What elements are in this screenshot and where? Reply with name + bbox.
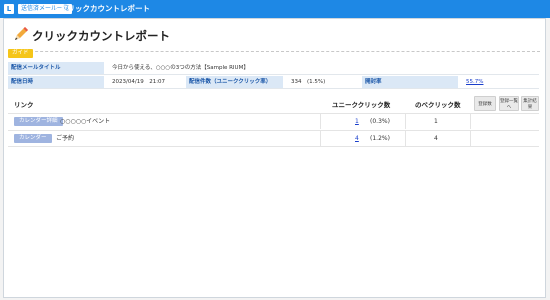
unique-click-percent: (0.3%): [370, 118, 390, 125]
unique-click-link[interactable]: 1: [355, 118, 359, 125]
app-logo-icon: L: [4, 4, 14, 14]
link-name: ○○○○○イベント: [60, 118, 111, 125]
link-name: ご予約: [56, 135, 75, 142]
register-count-button[interactable]: 登録数: [474, 96, 496, 111]
open-rate-value[interactable]: 55.7%: [466, 76, 483, 88]
column-total-clicks: のべクリック数: [415, 101, 461, 109]
pencil-icon: [15, 27, 28, 40]
report-panel: クリックカウントレポート: [3, 18, 546, 298]
open-rate-link[interactable]: 55.7%: [466, 79, 483, 85]
link-type-tag: カレンダー: [14, 134, 52, 143]
column-divider: [320, 114, 321, 129]
table-row: カレンダー ご予約 4 (1.2%) 4: [8, 130, 539, 147]
guide-button[interactable]: ガイド: [8, 49, 33, 58]
count-value: 334 (1.5%): [291, 79, 326, 85]
register-list-button[interactable]: 登録一覧へ: [499, 96, 519, 111]
info-row-stats: 配信日時 2023/04/19 21:07 配信件数（ユニーククリック率） 33…: [8, 76, 539, 89]
unique-click-count[interactable]: 1: [355, 117, 359, 126]
column-divider: [470, 131, 471, 146]
column-divider: [320, 131, 321, 146]
page-title: クリックカウントレポート: [32, 29, 170, 43]
total-click-count: 4: [434, 135, 438, 142]
column-divider: [405, 114, 406, 129]
open-rate-label: 開封率: [362, 76, 458, 88]
top-bar: L 送信済メール一覧 » クリックカウントレポート: [0, 0, 550, 18]
link-list-header: リンク ユニーククリック数 のべクリック数 登録数 登録一覧へ 集計結果: [8, 96, 539, 112]
table-row: カレンダー詳細 ○○○○○イベント 1 (0.3%) 1: [8, 113, 539, 129]
heading-divider: [10, 51, 540, 52]
date-label: 配信日時: [8, 76, 104, 88]
link-type-tag: カレンダー詳細: [14, 117, 63, 126]
topbar-title: クリックカウントレポート: [60, 4, 150, 13]
subject-label: 配信メールタイトル: [8, 62, 104, 74]
column-divider: [470, 114, 471, 129]
column-divider: [405, 131, 406, 146]
breadcrumb-separator: »: [54, 5, 59, 13]
column-unique-clicks: ユニーククリック数: [332, 101, 391, 109]
info-row-subject: 配信メールタイトル 今日から使える、○○○の3つの方法【Sample RIUM】: [8, 62, 539, 75]
date-value: 2023/04/19 21:07: [112, 79, 166, 85]
count-label: 配信件数（ユニーククリック率）: [186, 76, 283, 88]
column-link: リンク: [14, 101, 34, 109]
total-click-count: 1: [434, 118, 438, 125]
unique-click-count[interactable]: 4: [355, 134, 359, 143]
summary-button[interactable]: 集計結果: [521, 96, 539, 111]
subject-value: 今日から使える、○○○の3つの方法【Sample RIUM】: [112, 65, 249, 71]
unique-click-percent: (1.2%): [370, 135, 390, 142]
unique-click-link[interactable]: 4: [355, 135, 359, 142]
